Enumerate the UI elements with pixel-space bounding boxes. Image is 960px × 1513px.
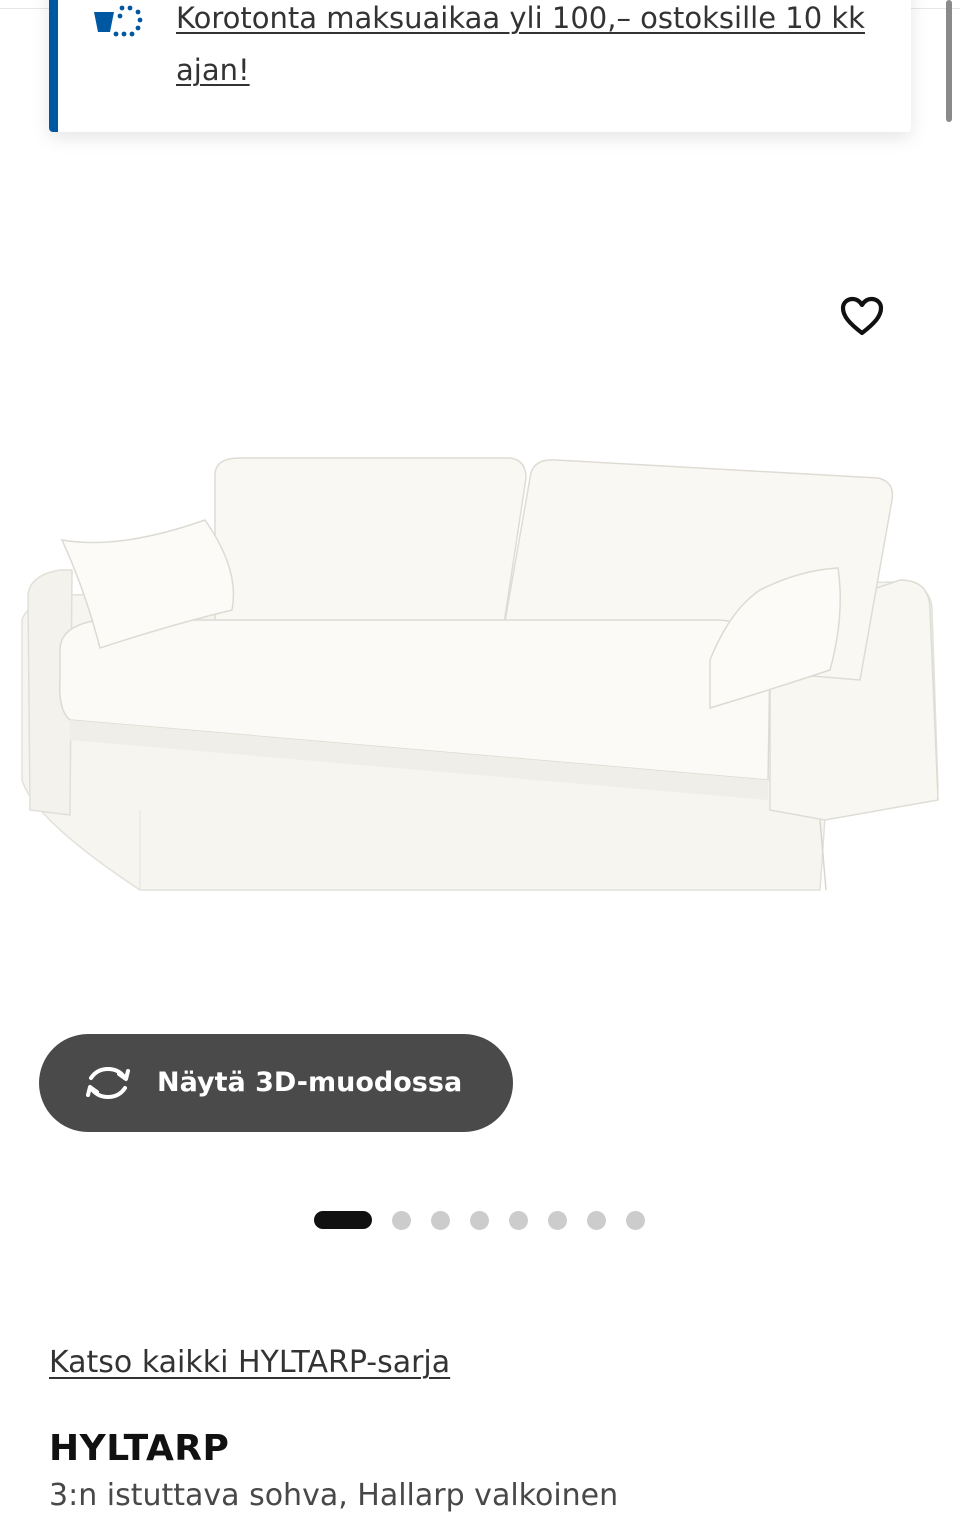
promo-accent-bar xyxy=(49,0,58,132)
series-link[interactable]: Katso kaikki HYLTARP-sarja xyxy=(49,1345,450,1380)
promo-banner[interactable]: Korotonta maksuaikaa yli 100,– ostoksill… xyxy=(49,0,911,132)
carousel-indicator[interactable] xyxy=(314,1210,665,1230)
carousel-dot-8[interactable] xyxy=(626,1210,645,1230)
product-image[interactable] xyxy=(0,420,960,980)
carousel-dot-1[interactable] xyxy=(314,1211,372,1229)
product-description: 3:n istuttava sohva, Hallarp valkoinen xyxy=(49,1478,619,1513)
carousel-dot-2[interactable] xyxy=(392,1210,411,1230)
carousel-dot-7[interactable] xyxy=(587,1210,606,1230)
favorite-button[interactable] xyxy=(830,284,894,348)
product-gallery[interactable]: Näytä 3D-muodossa xyxy=(0,150,960,1300)
carousel-dot-3[interactable] xyxy=(431,1210,450,1230)
carousel-dot-5[interactable] xyxy=(509,1210,528,1230)
carousel-dot-6[interactable] xyxy=(548,1210,567,1230)
carousel-dot-4[interactable] xyxy=(470,1210,489,1230)
view-3d-button[interactable]: Näytä 3D-muodossa xyxy=(39,1034,513,1132)
page-scrollbar[interactable] xyxy=(946,0,952,122)
product-name: HYLTARP xyxy=(49,1428,230,1469)
view-3d-label: Näytä 3D-muodossa xyxy=(157,1067,463,1098)
payment-installment-icon xyxy=(94,5,143,37)
rotate-3d-icon xyxy=(86,1066,130,1100)
heart-outline-icon xyxy=(840,296,884,336)
promo-link[interactable]: Korotonta maksuaikaa yli 100,– ostoksill… xyxy=(176,0,896,96)
